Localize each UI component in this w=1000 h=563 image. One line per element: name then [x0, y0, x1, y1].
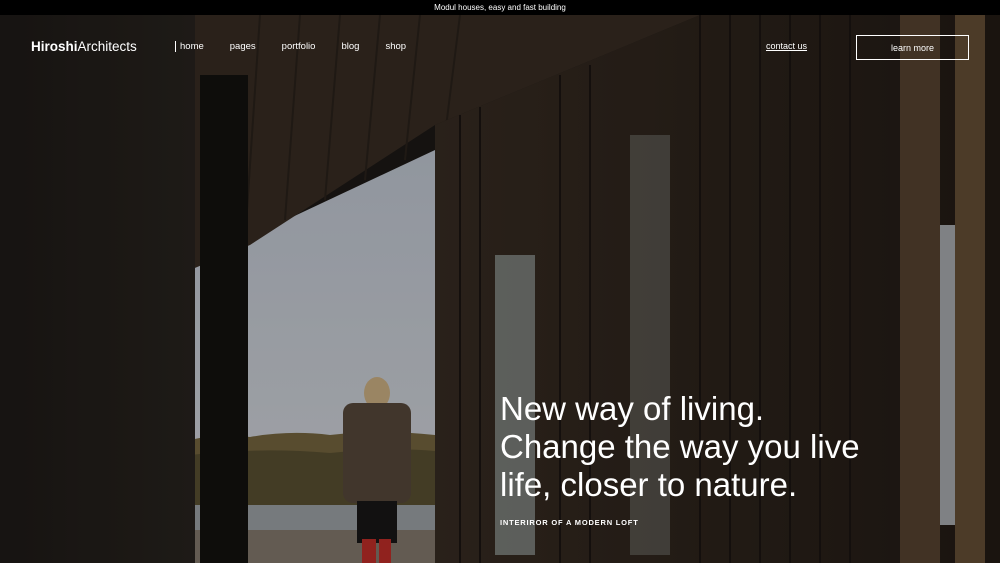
hero-subheading: INTERIROR OF A MODERN LOFT [500, 518, 639, 527]
nav-item-portfolio[interactable]: portfolio [282, 41, 316, 52]
main-nav: home pages portfolio blog shop [175, 41, 432, 52]
nav-item-blog[interactable]: blog [341, 41, 359, 52]
brand-logo[interactable]: HiroshiArchitects [31, 39, 137, 54]
active-indicator [175, 41, 176, 52]
hero-headline: New way of living. Change the way you li… [500, 390, 980, 504]
hero-headline-line-1: New way of living. [500, 390, 765, 427]
contact-us-link[interactable]: contact us [766, 41, 807, 51]
hero-headline-line-3: life, closer to nature. [500, 466, 798, 503]
nav-item-home[interactable]: home [180, 41, 204, 52]
brand-name-rest: Architects [77, 39, 137, 54]
nav-item-pages[interactable]: pages [230, 41, 256, 52]
announcement-bar: Modul houses, easy and fast building [0, 0, 1000, 15]
learn-more-button[interactable]: learn more [856, 35, 969, 60]
nav-item-shop[interactable]: shop [385, 41, 406, 52]
brand-name-bold: Hiroshi [31, 39, 78, 54]
announcement-text: Modul houses, easy and fast building [434, 3, 566, 12]
hero-headline-line-2: Change the way you live [500, 428, 860, 465]
